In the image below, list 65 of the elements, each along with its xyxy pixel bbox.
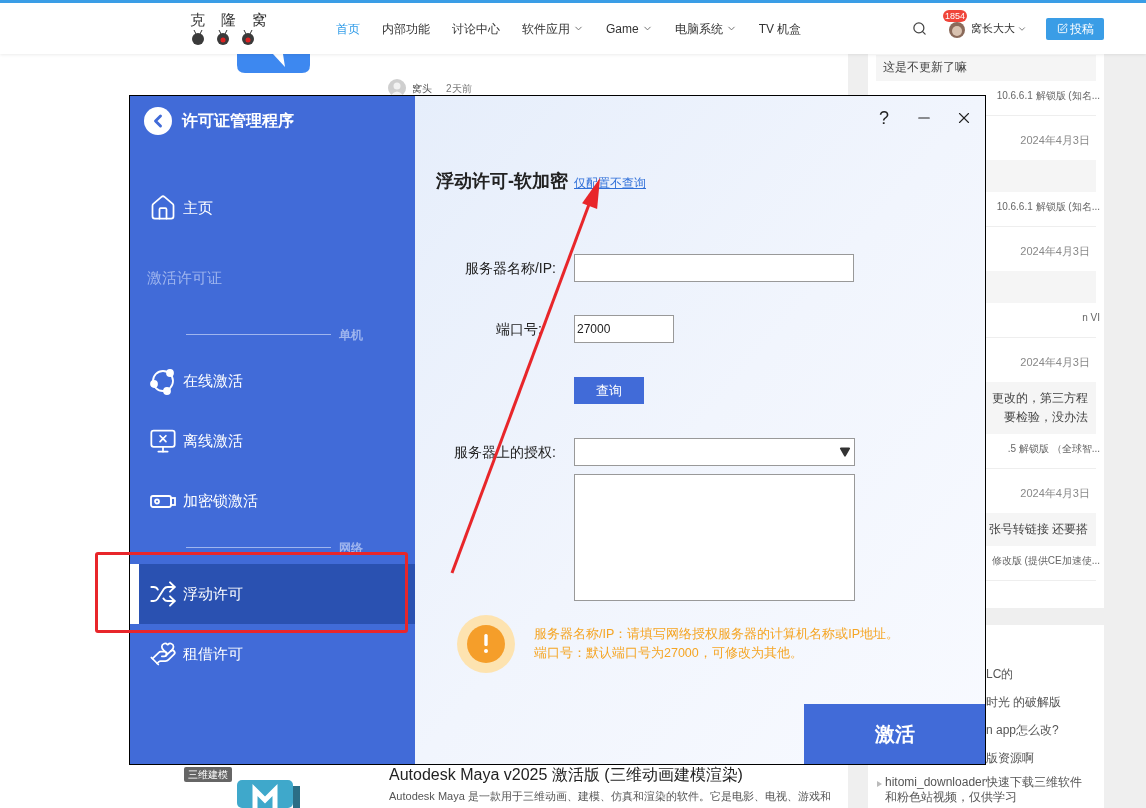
nav-link[interactable]: 电脑系统: [674, 19, 737, 38]
sidebar-item[interactable]: 在线激活: [130, 351, 415, 411]
nav-link[interactable]: Game: [606, 19, 653, 38]
sidebar-item-icon: [149, 640, 177, 668]
comment-date: 2024年4月3日: [1020, 355, 1090, 370]
article-title[interactable]: Autodesk Maya v2025 激活版 (三维动画建模渲染): [389, 765, 831, 784]
logo-mascots-drawing: [190, 29, 256, 45]
field-label: 服务器名称/IP:: [464, 258, 557, 278]
author-name[interactable]: 窝头: [412, 80, 432, 96]
hint-text: 服务器名称/IP：请填写网络授权服务器的计算机名称或IP地址。: [534, 626, 900, 643]
query-button[interactable]: 查询: [574, 377, 644, 404]
sidebar-item[interactable]: 租借许可: [130, 624, 415, 684]
nav-link[interactable]: TV 机盒: [758, 19, 802, 38]
sidebar-item[interactable]: 主页: [130, 178, 415, 238]
sidebar-item-icon: [149, 367, 177, 395]
help-button[interactable]: ?: [875, 104, 893, 132]
recent-post-link[interactable]: hitomi_downloader快速下载三维软件和粉色站视频，仅供学习: [885, 775, 1090, 805]
recent-post-link[interactable]: LC的: [986, 665, 1014, 683]
category-tag[interactable]: 三维建模: [184, 767, 232, 782]
comment-date: 2024年4月3日: [1020, 133, 1090, 148]
sidebar-item[interactable]: 离线激活: [130, 411, 415, 471]
post-time: 2天前: [446, 81, 472, 96]
comment-text: 更改的，第三方程: [992, 390, 1088, 407]
dropdown-caret-icon: [839, 446, 851, 458]
recent-post-link[interactable]: n app怎么改?: [986, 721, 1059, 739]
recent-post-link[interactable]: 版资源啊: [986, 749, 1034, 767]
sidebar-item-icon: [149, 427, 177, 455]
sidebar-heading: 激活许可证: [147, 267, 222, 288]
license-select[interactable]: [574, 438, 855, 466]
comment-date: 2024年4月3日: [1020, 244, 1090, 259]
sidebar-item-icon: [149, 580, 177, 608]
sidebar-section-label: 单机: [339, 326, 363, 344]
sidebar-item[interactable]: 浮动许可: [130, 564, 415, 624]
nav-link[interactable]: 内部功能: [382, 19, 430, 38]
comment-source-link[interactable]: .5 解锁版 （全球智...: [1007, 439, 1100, 459]
nav-link[interactable]: 软件应用: [522, 19, 584, 38]
recent-post-link[interactable]: 时光 的破解版: [986, 693, 1062, 711]
comment-source-link[interactable]: 10.6.6.1 解锁版 (知名...: [996, 197, 1100, 217]
site-logo[interactable]: 克 隆 窝: [190, 12, 273, 29]
comment-text: 张号转链接 还要搭: [988, 521, 1088, 538]
sidebar-item[interactable]: 加密锁激活: [130, 471, 415, 531]
warning-icon: [457, 615, 515, 673]
comment-text: 要检验，没办法: [1004, 409, 1088, 426]
text-field[interactable]: [574, 254, 854, 282]
comment-date: 2024年4月3日: [1020, 486, 1090, 501]
user-menu[interactable]: 窝长大大: [971, 20, 1027, 37]
bullet-icon: [877, 781, 882, 787]
field-label: 端口号:: [495, 319, 543, 339]
comment-source-link[interactable]: 10.6.6.1 解锁版 (知名...: [996, 86, 1100, 106]
search-icon[interactable]: [912, 21, 927, 36]
nav-link[interactable]: 讨论中心: [452, 19, 500, 38]
comment-text: 这是不更新了嘛: [883, 59, 967, 76]
text-field[interactable]: 27000: [574, 315, 674, 343]
hint-text: 端口号：默认端口号为27000，可修改为其他。: [534, 645, 804, 662]
window-title: 许可证管理程序: [182, 111, 294, 131]
activate-button[interactable]: 激活: [804, 704, 985, 764]
article-excerpt: Autodesk Maya 是一款用于三维动画、建模、仿真和渲染的软件。它是电影、电视、游戏和: [389, 789, 831, 804]
back-button[interactable]: [144, 107, 172, 135]
comment-source-link[interactable]: n VI: [1082, 308, 1100, 328]
comment-source-link[interactable]: 修改版 (提供CE加速使...: [991, 551, 1100, 571]
page-heading: 浮动许可-软加密: [436, 170, 568, 193]
notification-badge: 1854: [943, 9, 968, 22]
edit-icon: [1056, 23, 1068, 34]
sidebar-item-icon: [149, 194, 177, 222]
license-details-box[interactable]: [574, 474, 855, 601]
